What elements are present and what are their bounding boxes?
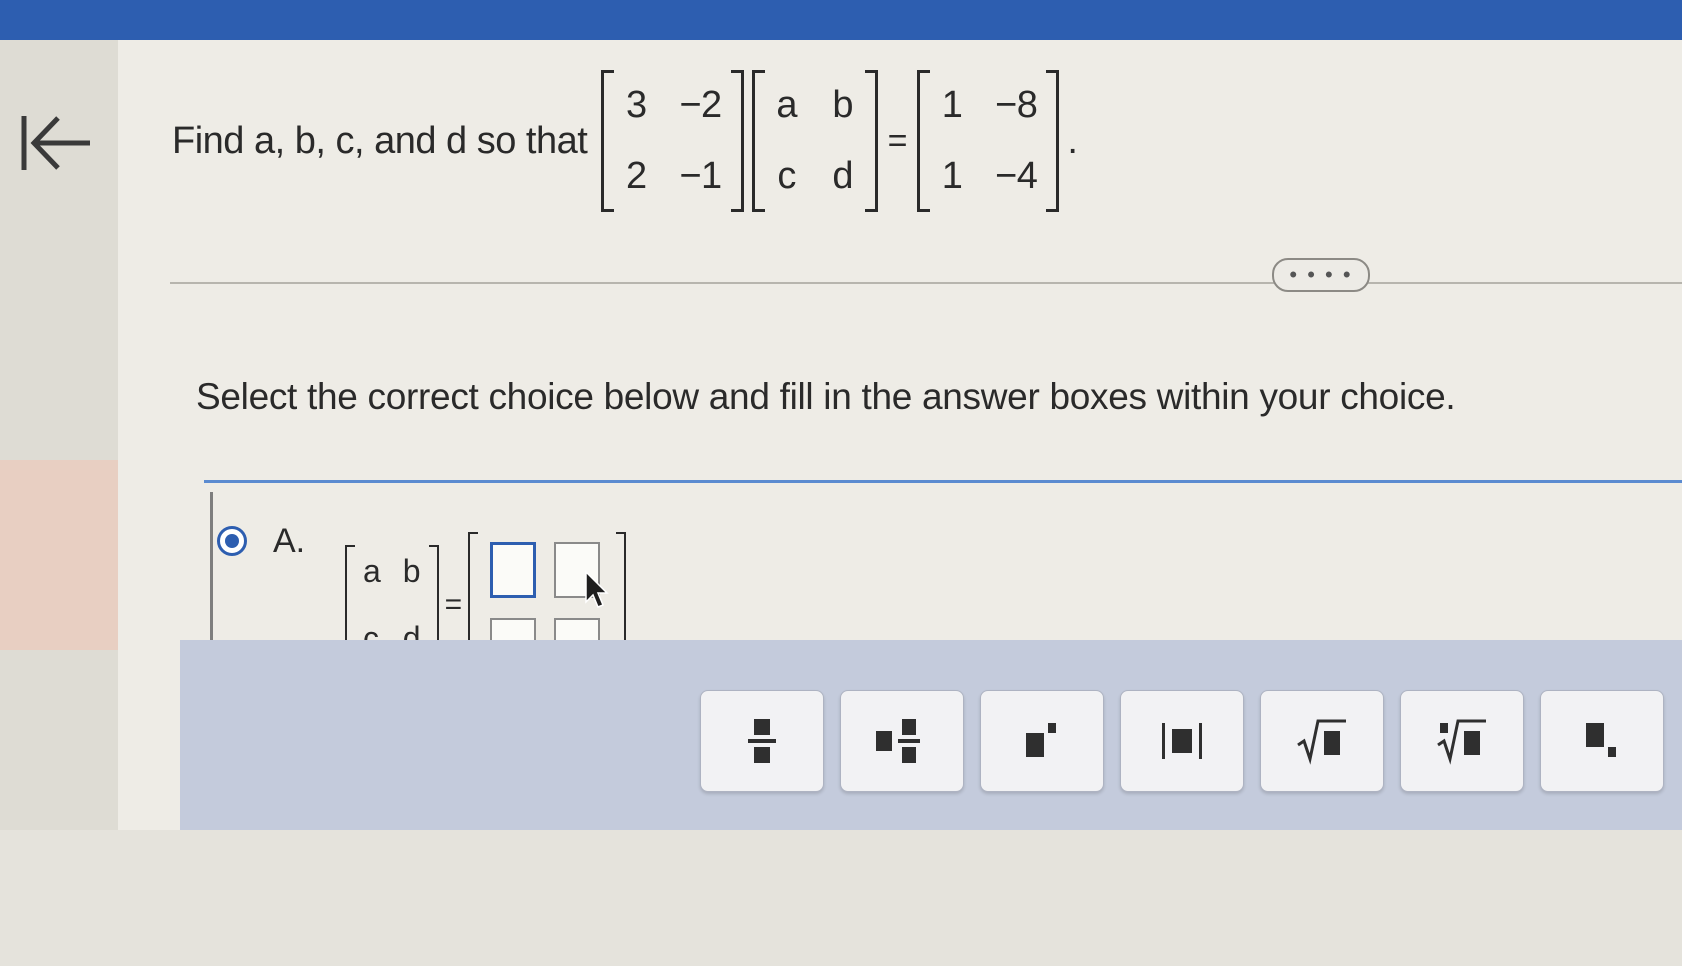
mixed-number-button[interactable] — [840, 690, 964, 792]
matrix-cell: −1 — [679, 155, 722, 197]
matrix-cell: d — [832, 155, 853, 197]
period: . — [1067, 119, 1078, 162]
choice-separator — [204, 480, 1682, 483]
fraction-icon — [748, 719, 776, 763]
fraction-button[interactable] — [700, 690, 824, 792]
result-matrix: 1 −8 1 −4 — [917, 70, 1060, 212]
top-bar — [0, 0, 1682, 40]
square-root-button[interactable] — [1260, 690, 1384, 792]
exponent-button[interactable] — [980, 690, 1104, 792]
mixed-number-icon — [876, 719, 920, 763]
section-divider — [170, 282, 1682, 284]
choice-a-radio[interactable] — [217, 526, 247, 556]
question-text: Find a, b, c, and d so that 3 −2 2 −1 a … — [172, 56, 1078, 226]
matrix-cell: a — [363, 553, 381, 589]
matrix-cell: 3 — [626, 84, 647, 126]
matrix-cell: 1 — [941, 84, 963, 126]
mouse-pointer-icon — [585, 570, 609, 608]
absolute-value-icon — [1162, 723, 1202, 759]
more-options-button[interactable]: • • • • — [1272, 258, 1370, 292]
coefficient-matrix: 3 −2 2 −1 — [601, 70, 744, 212]
answer-equals-sign: = — [444, 588, 463, 621]
square-root-icon — [1297, 719, 1346, 765]
choice-a-label: A. — [273, 522, 306, 560]
matrix-cell: b — [832, 84, 853, 126]
answer-box-a[interactable] — [490, 542, 537, 598]
exponent-icon — [1026, 723, 1056, 757]
variable-matrix: a b c d — [751, 70, 878, 212]
nth-root-icon — [1437, 719, 1486, 765]
question-lead: Find a, b, c, and d so that — [172, 119, 588, 162]
matrix-cell: c — [777, 155, 796, 197]
matrix-cell: a — [776, 84, 797, 126]
matrix-cell: 1 — [941, 155, 963, 197]
page: Find a, b, c, and d so that 3 −2 2 −1 a … — [0, 0, 1682, 966]
subscript-button[interactable] — [1540, 690, 1664, 792]
equals-sign: = — [887, 121, 908, 160]
matrix-cell: −4 — [995, 155, 1038, 197]
matrix-cell: −2 — [679, 84, 722, 126]
subscript-icon — [1586, 723, 1616, 757]
nth-root-button[interactable] — [1400, 690, 1524, 792]
matrix-cell: b — [402, 553, 421, 589]
absolute-value-button[interactable] — [1120, 690, 1244, 792]
matrix-cell: −8 — [995, 84, 1038, 126]
instruction-text: Select the correct choice below and fill… — [196, 376, 1456, 417]
back-arrow-icon — [21, 116, 90, 170]
back-arrow-button[interactable] — [18, 110, 96, 176]
math-toolbar — [700, 690, 1664, 792]
matrix-cell: 2 — [626, 155, 647, 197]
bottom-area — [0, 830, 1682, 966]
